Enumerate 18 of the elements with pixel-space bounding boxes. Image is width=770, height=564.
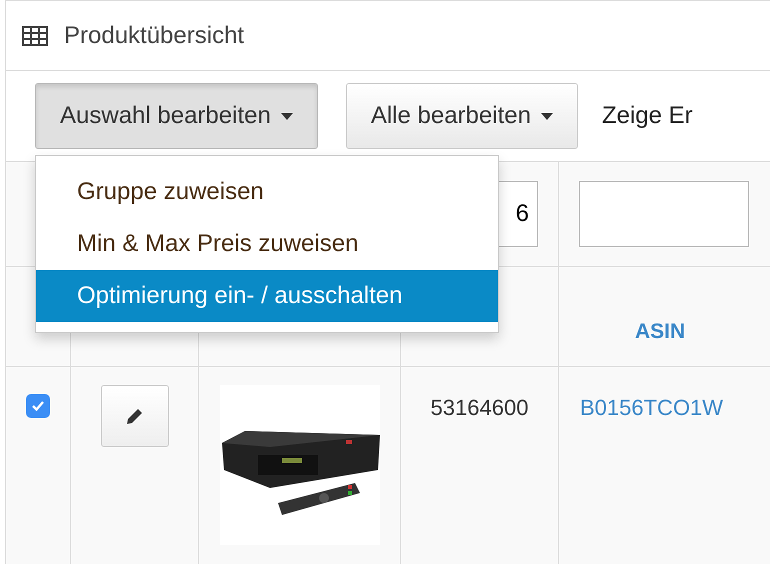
pencil-icon bbox=[124, 406, 144, 426]
results-text: Zeige Er bbox=[602, 102, 693, 130]
column-header[interactable]: ASIN bbox=[635, 320, 686, 344]
asin-link[interactable]: B0156TCO1W bbox=[580, 395, 724, 421]
caret-icon bbox=[280, 112, 293, 120]
filter-field[interactable] bbox=[579, 181, 749, 247]
menu-item[interactable]: Min & Max Preis zuweisen bbox=[36, 218, 498, 270]
edit-button[interactable] bbox=[100, 385, 168, 447]
panel-title: Produktübersicht bbox=[64, 22, 244, 50]
menu-item[interactable]: Optimierung ein- / ausschalten bbox=[36, 270, 498, 322]
table-icon bbox=[22, 26, 48, 46]
checkmark-icon bbox=[31, 400, 45, 412]
row-checkbox[interactable] bbox=[26, 394, 50, 418]
caret-icon bbox=[540, 112, 553, 120]
sku-cell: 53164600 bbox=[430, 395, 528, 421]
dropdown-button[interactable]: Auswahl bearbeiten bbox=[35, 83, 318, 149]
dropdown-button[interactable]: Alle bearbeiten bbox=[346, 83, 578, 149]
menu-item[interactable]: Gruppe zuweisen bbox=[36, 166, 498, 218]
